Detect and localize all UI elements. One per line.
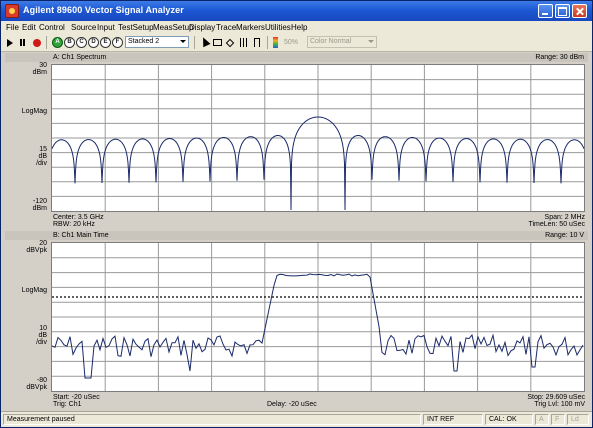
trace-b-pane: B: Ch1 Main Time Range: 10 V 20 dBVpk Lo… [5, 231, 588, 409]
trace-a-range[interactable]: Range: 30 dBm [535, 53, 584, 62]
trace-a-ytop-unit: dBm [32, 69, 47, 76]
trace-b-trig[interactable]: Trig: Ch1 [53, 401, 82, 408]
menu-file[interactable]: File [6, 23, 19, 32]
color-scheme-select[interactable]: Color Normal [307, 36, 377, 48]
close-button[interactable] [572, 4, 587, 18]
layout-select[interactable]: Stacked 2 [125, 36, 189, 48]
trace-a-title: A: Ch1 Spectrum [53, 54, 107, 61]
minimize-button[interactable] [538, 4, 553, 18]
chevron-down-icon [368, 40, 374, 43]
trace-a-yformat[interactable]: LogMag [17, 108, 47, 115]
trace-b-title-bar[interactable]: B: Ch1 Main Time Range: 10 V [5, 231, 588, 240]
trace-b-ytop-unit: dBVpk [26, 247, 47, 254]
status-ref: INT REF [423, 414, 483, 425]
trace-a-rbw[interactable]: RBW: 20 kHz [53, 221, 95, 228]
trace-a-title-bar[interactable]: A: Ch1 Spectrum Range: 30 dBm [5, 53, 588, 62]
trace-a-button[interactable]: A [52, 37, 63, 48]
trace-d-button[interactable]: D [88, 37, 99, 48]
rectangle-zoom-icon[interactable] [213, 39, 222, 46]
menu-meassetup[interactable]: MeasSetup [153, 23, 193, 32]
menu-markers[interactable]: Markers [236, 23, 265, 32]
trace-b-triglevel[interactable]: Trig Lvl: 100 mV [534, 401, 585, 408]
trace-a-ybottom: -120 [32, 198, 47, 205]
status-cal: CAL: OK [485, 414, 533, 425]
color-bar-icon[interactable] [273, 37, 278, 48]
menu-input[interactable]: Input [97, 23, 115, 32]
menu-trace[interactable]: Trace [216, 23, 236, 32]
spectrum-trace-graph [52, 65, 584, 211]
trace-a-span[interactable]: Span: 2 MHz [545, 214, 585, 221]
trace-b-plot[interactable] [51, 242, 585, 392]
title-bar[interactable]: Agilent 89600 Vector Signal Analyzer [1, 1, 592, 21]
trace-a-pane: A: Ch1 Spectrum Range: 30 dBm 30 dBm Log… [5, 53, 588, 229]
trace-c-button[interactable]: C [76, 37, 87, 48]
trace-b-start[interactable]: Start: -20 uSec [53, 394, 100, 401]
trace-b-yscale-unit: dB [38, 332, 47, 339]
trace-e-button[interactable]: E [100, 37, 111, 48]
trace-b-ybottom-unit: dBVpk [26, 384, 47, 391]
status-message: Measurement paused [3, 414, 421, 425]
maximize-button[interactable] [555, 4, 570, 18]
trace-a-plot[interactable] [51, 64, 585, 212]
trace-b-button[interactable]: B [64, 37, 75, 48]
trace-b-ytop: 20 [39, 240, 47, 247]
window-title: Agilent 89600 Vector Signal Analyzer [23, 5, 184, 15]
trace-a-ytop: 30 [39, 62, 47, 69]
status-indicator-f: F [551, 414, 565, 425]
menu-testsetup[interactable]: TestSetup [118, 23, 154, 32]
status-indicator-a: A [535, 414, 549, 425]
trace-b-ybottom: -80 [36, 377, 47, 384]
trace-a-center[interactable]: Center: 3.5 GHz [53, 214, 104, 221]
time-trace-graph [52, 243, 584, 391]
menu-control[interactable]: Control [39, 23, 65, 32]
trace-f-button[interactable]: F [112, 37, 123, 48]
pointer-icon[interactable] [199, 35, 211, 48]
status-bar: Measurement paused INT REF CAL: OK A F L… [1, 411, 592, 427]
trace-a-yscale[interactable]: 15 [17, 146, 47, 153]
trace-b-stop[interactable]: Stop: 29.609 uSec [527, 394, 585, 401]
play-icon[interactable] [7, 39, 13, 47]
chevron-down-icon [180, 40, 186, 43]
trace-b-range[interactable]: Range: 10 V [545, 231, 584, 240]
color-scheme-value: Color Normal [310, 38, 352, 45]
diamond-marker-icon[interactable] [225, 38, 235, 48]
menu-edit[interactable]: Edit [22, 23, 36, 32]
trace-b-yscale[interactable]: 10 [17, 325, 47, 332]
offset-marker-icon[interactable] [253, 37, 264, 48]
status-indicator-ld: Ld [567, 414, 589, 425]
trace-a-yscale-div: /div [36, 160, 47, 167]
trace-a-ybottom-unit: dBm [32, 205, 47, 212]
toolbar: A B C D E F Stacked 2 50% Color Normal [1, 34, 592, 52]
pause-icon[interactable] [17, 37, 28, 48]
trace-b-yscale-div: /div [36, 339, 47, 346]
trace-a-timelen[interactable]: TimeLen: 50 uSec [528, 221, 585, 228]
toolbar-separator [194, 36, 195, 49]
layout-select-value: Stacked 2 [128, 38, 160, 45]
menu-display[interactable]: Display [189, 23, 215, 32]
band-markers-icon[interactable] [239, 37, 250, 48]
app-icon [5, 4, 19, 18]
app-window: Agilent 89600 Vector Signal Analyzer Fil… [0, 0, 593, 428]
trace-b-title: B: Ch1 Main Time [53, 232, 109, 239]
menu-help[interactable]: Help [291, 23, 307, 32]
menu-bar: File Edit Control Source Input TestSetup… [1, 21, 592, 34]
menu-source[interactable]: Source [71, 23, 96, 32]
trace-a-yscale-unit: dB [38, 153, 47, 160]
toolbar-separator [267, 36, 268, 49]
trace-b-yformat[interactable]: LogMag [17, 287, 47, 294]
menu-utilities[interactable]: Utilities [265, 23, 291, 32]
percent-label: 50% [284, 39, 299, 46]
toolbar-separator [46, 36, 47, 49]
record-icon[interactable] [33, 39, 41, 47]
trace-b-delay[interactable]: Delay: -20 uSec [267, 401, 317, 408]
